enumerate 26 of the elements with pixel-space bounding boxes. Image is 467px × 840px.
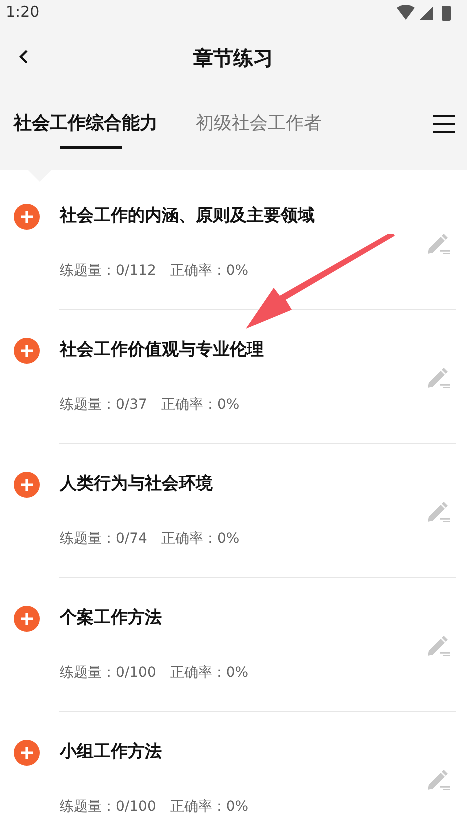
chapter-stats: 练题量：0/74 正确率：0% [60,530,240,549]
back-icon[interactable] [19,49,29,65]
chapter-stats: 练题量：0/100 正确率：0% [60,664,249,683]
plus-icon[interactable] [14,606,40,632]
pencil-icon[interactable] [426,768,450,790]
page-title: 章节练习 [194,44,274,72]
chapter-title[interactable]: 社会工作的内涵、原则及主要领域 [60,204,315,230]
chapter-stats: 练题量：0/100 正确率：0% [60,798,249,817]
chapter-stats: 练题量：0/112 正确率：0% [60,262,249,281]
chapter-title[interactable]: 人类行为与社会环境 [60,472,213,498]
pencil-icon[interactable] [426,366,450,388]
plus-icon[interactable] [14,204,40,230]
pencil-icon[interactable] [426,232,450,254]
pencil-icon[interactable] [426,634,450,656]
chapter-title[interactable]: 个案工作方法 [60,606,162,632]
plus-icon[interactable] [14,740,40,766]
tab[interactable]: 社会工作综合能力 [14,110,158,147]
menu-icon[interactable] [433,114,455,134]
pencil-icon[interactable] [426,500,450,522]
chapter-stats: 练题量：0/37 正确率：0% [60,396,240,415]
chapter-title[interactable]: 小组工作方法 [60,740,162,766]
tab[interactable]: 初级社会工作者 [196,110,322,147]
plus-icon[interactable] [14,472,40,498]
chapter-title[interactable]: 社会工作价值观与专业伦理 [60,338,264,364]
plus-icon[interactable] [14,338,40,364]
status-time: 1:20 [6,2,40,24]
